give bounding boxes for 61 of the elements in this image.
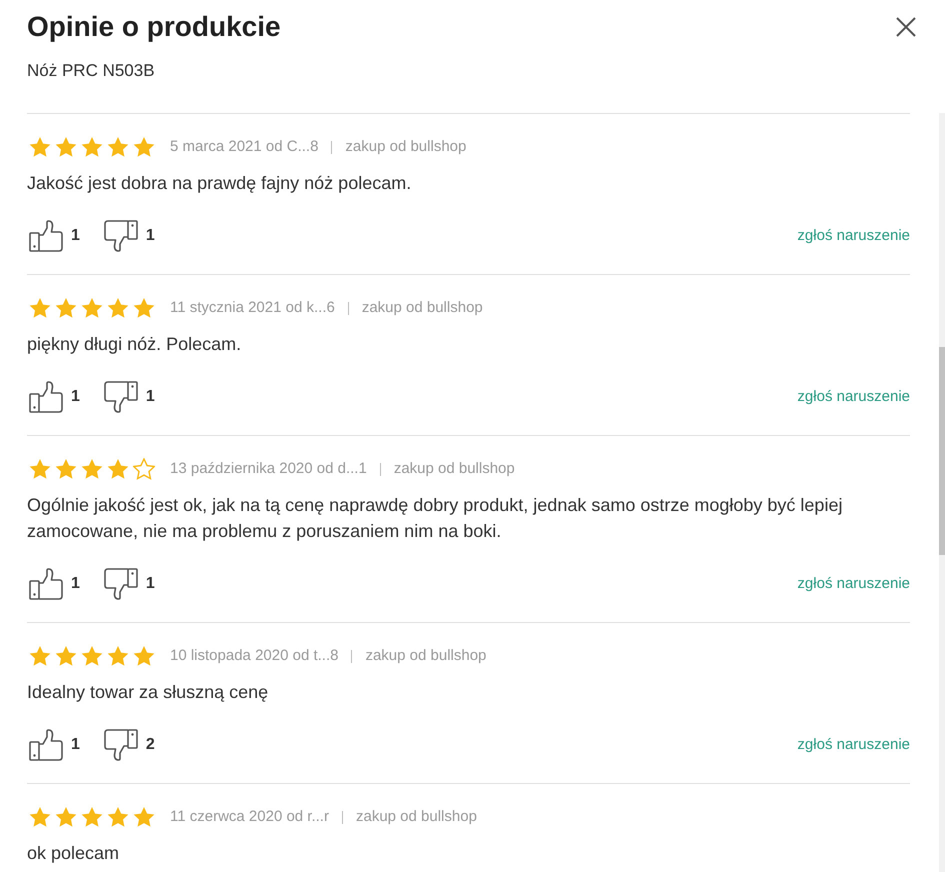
thumbs-up-button[interactable]: 1 [27,729,80,761]
thumbs-down-button[interactable]: 2 [104,729,155,761]
star-icon [55,458,77,480]
thumbs-down-icon [104,381,138,413]
star-icon [133,645,155,667]
star-icon [55,806,77,828]
review-source: zakup od bullshop [362,298,483,318]
close-button[interactable] [894,15,918,39]
star-icon [55,645,77,667]
star-icon [133,297,155,319]
thumbs-up-button[interactable]: 1 [27,568,80,600]
star-icon [81,136,103,158]
empty-star-icon [133,458,155,480]
star-icon [107,645,129,667]
star-icon [81,458,103,480]
star-icon [81,645,103,667]
scrollbar-thumb[interactable] [939,347,945,555]
review-source: zakup od bullshop [365,646,486,666]
star-icon [133,806,155,828]
star-icon [29,297,51,319]
thumbs-up-icon [29,568,63,600]
review-text: Ogólnie jakość jest ok, jak na tą cenę naprawdę dobry produkt, jednak samo ostrze mogłoby być lepiej zamocowane, nie ma problemu z poruszaniem nim na boki. [27,494,844,543]
thumbs-up-button[interactable]: 1 [27,381,80,413]
star-icon [107,136,129,158]
thumbs-down-button[interactable]: 1 [104,568,155,600]
star-icon [81,806,103,828]
star-icon [107,297,129,319]
star-icon [81,297,103,319]
review-source: zakup od bullshop [356,807,477,827]
thumbs-down-button[interactable]: 1 [104,220,155,252]
dialog-title: Opinie o produkcie [27,10,281,44]
thumbs-up-button[interactable]: 1 [27,220,80,252]
review-text: Jakość jest dobra na prawdę fajny nóż polecam. [27,172,412,195]
thumbs-up-icon [29,729,63,761]
star-icon [29,136,51,158]
thumbs-up-icon [29,220,63,252]
close-icon [896,17,916,37]
review-date-author: 11 czerwca 2020 od r...r [170,807,329,827]
product-name: Nóż PRC N503B [27,60,155,82]
star-icon [107,458,129,480]
star-icon [107,806,129,828]
star-icon [29,806,51,828]
review-date-author: 10 listopada 2020 od t...8 [170,646,338,666]
star-icon [29,645,51,667]
star-icon [133,136,155,158]
thumbs-down-button[interactable]: 1 [104,381,155,413]
review-text: Idealny towar za słuszną cenę [27,681,268,704]
star-icon [55,136,77,158]
review-source: zakup od bullshop [394,459,515,479]
review-source: zakup od bullshop [345,137,466,157]
thumbs-down-icon [104,568,138,600]
star-icon [55,297,77,319]
review-text: piękny długi nóż. Polecam. [27,333,242,356]
review-date-author: 5 marca 2021 od C...8 [170,137,318,157]
star-icon [29,458,51,480]
review-date-author: 11 stycznia 2021 od k...6 [170,298,335,318]
thumbs-up-icon [29,381,63,413]
review-date-author: 13 października 2020 od d...1 [170,459,367,479]
review-text: ok polecam [27,842,120,865]
thumbs-down-icon [104,729,138,761]
thumbs-down-icon [104,220,138,252]
